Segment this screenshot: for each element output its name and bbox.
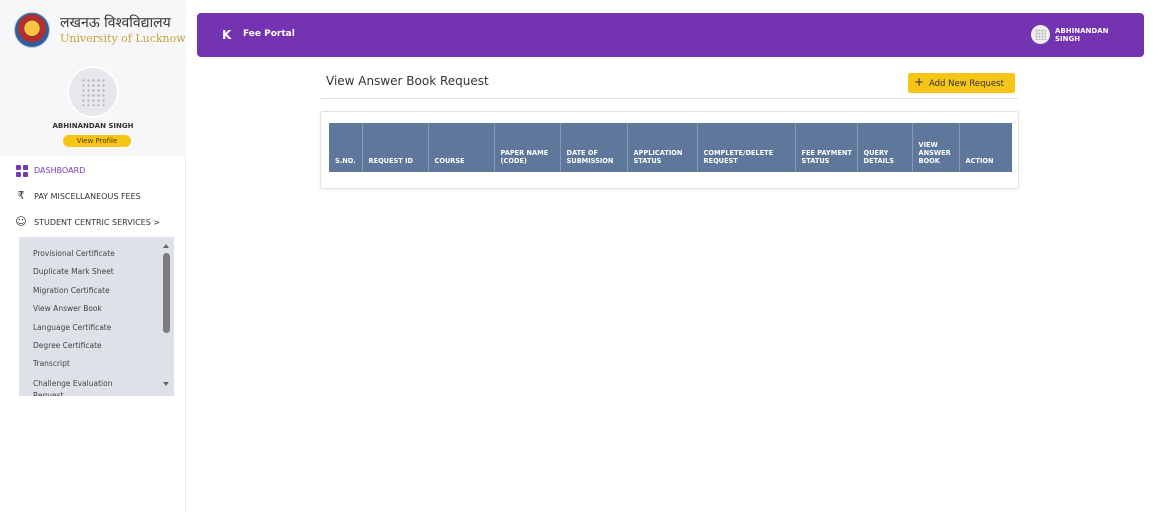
submenu-item-view-answer-book[interactable]: View Answer Book (33, 304, 102, 313)
column-header-request-id: REQUEST ID (362, 123, 429, 172)
plus-icon: + (914, 75, 925, 89)
column-header-date-of-submission: DATE OF SUBMISSION (560, 123, 628, 172)
submenu-item-degree-certificate[interactable]: Degree Certificate (33, 341, 102, 350)
university-logo (14, 12, 50, 48)
scroll-down-icon[interactable] (163, 382, 169, 386)
add-new-request-label: Add New Request (929, 79, 1004, 89)
submenu-item-migration-certificate[interactable]: Migration Certificate (33, 286, 110, 295)
scroll-up-icon[interactable] (163, 244, 169, 248)
top-header: K Fee Portal ABHINANDAN SINGH (197, 13, 1144, 57)
submenu-item-challenge-evaluation[interactable]: Challenge Evaluation Request (33, 378, 133, 396)
requests-table: S.NO. REQUEST ID COURSE PAPER NAME (CODE… (329, 123, 1012, 172)
sidebar-item-student-services[interactable]: ☺ STUDENT CENTRIC SERVICES > (0, 213, 186, 231)
table-header-row: S.NO. REQUEST ID COURSE PAPER NAME (CODE… (329, 123, 1012, 172)
profile-name: ABHINANDAN SINGH (52, 122, 134, 130)
user-avatar[interactable] (1031, 25, 1050, 44)
column-header-fee-payment-status: FEE PAYMENT STATUS (795, 123, 858, 172)
scroll-thumb[interactable] (163, 253, 170, 333)
column-header-complete-delete-request: COMPLETE/DELETE REQUEST (697, 123, 796, 172)
sidebar-item-dashboard[interactable]: DASHBOARD (0, 161, 186, 179)
dashboard-icon (16, 165, 28, 177)
column-header-application-status: APPLICATION STATUS (627, 123, 698, 172)
submenu-item-transcript[interactable]: Transcript (33, 359, 70, 368)
column-header-paper-name: PAPER NAME (CODE) (494, 123, 561, 172)
sidebar-item-pay-fees[interactable]: ₹ PAY MISCELLANEOUS FEES (0, 187, 186, 205)
profile-card: ABHINANDAN SINGH View Profile (0, 60, 186, 156)
avatar (67, 66, 119, 118)
column-header-query-details: QUERY DETAILS (857, 123, 913, 172)
column-header-sno: S.NO. (329, 123, 363, 172)
collapse-sidebar-icon[interactable]: K (222, 28, 231, 42)
user-icon: ☺ (15, 215, 27, 228)
column-header-view-answer-book: VIEW ANSWER BOOK (912, 123, 960, 172)
submenu-student-services: Provisional Certificate Duplicate Mark S… (19, 237, 174, 396)
title-divider (321, 98, 1018, 99)
page-title: View Answer Book Request (326, 74, 489, 88)
chevron-right-icon: > (153, 218, 161, 227)
sidebar-item-label: PAY MISCELLANEOUS FEES (34, 192, 141, 201)
brand-name-english: University of Lucknow (60, 32, 186, 45)
sidebar-item-label: STUDENT CENTRIC SERVICES > (34, 218, 161, 227)
view-profile-button[interactable]: View Profile (63, 135, 131, 147)
submenu-item-duplicate-mark-sheet[interactable]: Duplicate Mark Sheet (33, 267, 114, 276)
add-new-request-button[interactable]: + Add New Request (908, 73, 1015, 93)
header-user-name[interactable]: ABHINANDAN SINGH (1055, 27, 1125, 43)
column-header-action: ACTION (965, 157, 994, 165)
submenu-item-language-certificate[interactable]: Language Certificate (33, 323, 111, 332)
submenu-item-provisional-certificate[interactable]: Provisional Certificate (33, 249, 115, 258)
brand-name-hindi: लखनऊ विश्वविद्यालय (60, 15, 171, 31)
view-profile-label: View Profile (76, 137, 118, 145)
portal-title: Fee Portal (243, 29, 295, 39)
brand[interactable]: लखनऊ विश्वविद्यालय University of Lucknow (0, 0, 186, 60)
sidebar-item-label: DASHBOARD (34, 166, 86, 175)
column-header-course: COURSE (428, 123, 495, 172)
rupee-icon: ₹ (17, 189, 25, 202)
submenu-scrollbar[interactable] (160, 237, 174, 396)
